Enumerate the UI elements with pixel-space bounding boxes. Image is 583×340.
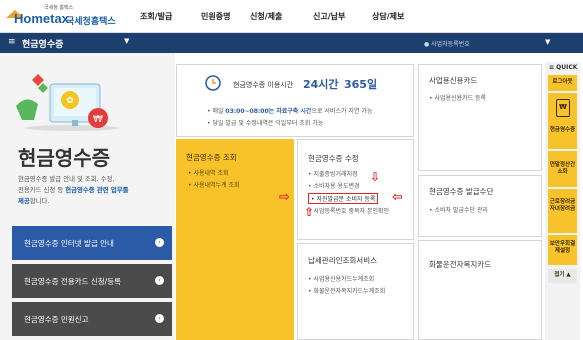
quick-logout[interactable]: 로그아웃	[548, 75, 577, 91]
hometax-logo[interactable]: 국세청 홈택스 Hometax 국세청홈택스	[6, 4, 118, 30]
service-hours-value: 24시간	[303, 78, 339, 91]
quick-earned-income-credit[interactable]: 근로장려금자녀장려금	[548, 189, 577, 233]
gnb-inquiry-issue[interactable]: 조회/발급	[140, 11, 172, 22]
business-card-register-link[interactable]: • 사업용신용카드 등록	[429, 93, 486, 102]
self-issued-consumer-register-link[interactable]: • 자진발급분 소비자 등록	[308, 193, 379, 204]
red-arrow-up-icon: ⇧	[304, 205, 315, 219]
cash-receipt-illustration-icon: ✿ ₩	[16, 74, 118, 131]
logo-korean-text: 국세청홈택스	[66, 17, 116, 27]
freight-card-box: 화물운전자복지카드	[418, 240, 542, 340]
tax-manager-box: 납세관리인조회서비스 • 사업용신용카드누계조회 • 화물운전자복지카드누계조회	[297, 243, 414, 340]
business-card-box: 사업용신용카드 • 사업용신용카드 등록	[418, 64, 542, 171]
service-note-2: • 당일 발급 및 수정내역은 익일부터 조회 가능	[207, 120, 324, 127]
modify-title: 현금영수증 수정	[308, 154, 359, 163]
freight-card-total-link[interactable]: • 화물운전자복지카드누계조회	[308, 286, 385, 295]
navbar-right-dropdown-icon[interactable]: ▼	[545, 38, 550, 46]
quick-menu: ≡ QUICK 로그아웃 ₩ 현금영수증 연말정산간소화 근로장려금자녀장려금 …	[545, 62, 580, 340]
logo-home-text: Hometax	[14, 11, 69, 26]
usage-total-inquiry-link[interactable]: • 사용내역누계 조회	[188, 180, 240, 189]
navbar-dropdown-icon[interactable]: ▼	[124, 37, 129, 45]
page-description: 현금영수증 발급 안내 및 조회, 수정, 전용카드 신청 등 현금영수증 관련…	[18, 175, 129, 205]
dedicated-card-button[interactable]: 현금영수증 전용카드 신청/등록 ›	[12, 264, 172, 298]
red-arrow-down-icon: ⇩	[370, 170, 381, 184]
navbar-right-link[interactable]: ● 사업자등록번호	[424, 39, 470, 48]
gnb-report-pay[interactable]: 신고/납부	[313, 11, 345, 22]
red-arrow-left-icon: ⇦	[392, 190, 403, 205]
receipt-icon: ₩	[556, 99, 570, 117]
red-arrow-right-icon: ⇨	[279, 190, 290, 205]
complaint-report-button[interactable]: 현금영수증 민원신고 ›	[12, 302, 172, 336]
gnb-counsel[interactable]: 상담/제보	[372, 11, 404, 22]
freight-card-title: 화물운전자복지카드	[429, 260, 492, 269]
consumer-usage-change-link[interactable]: • 소비자용 용도변경	[308, 181, 360, 190]
quick-security-settings[interactable]: 보안우회결제설정	[548, 235, 577, 265]
arrow-right-icon: ›	[155, 238, 164, 247]
menu-icon[interactable]: ≡	[8, 37, 16, 47]
quick-cash-receipt[interactable]: ₩ 현금영수증	[548, 93, 577, 149]
internet-issue-guide-button[interactable]: 현금영수증 인터넷 발급 안내 ›	[12, 226, 172, 260]
svg-text:₩: ₩	[93, 114, 103, 125]
usage-inquiry-link[interactable]: • 사용내역 조회	[188, 168, 228, 177]
business-card-total-link[interactable]: • 사업용신용카드누계조회	[308, 274, 374, 283]
service-days-value: 365일	[344, 78, 378, 91]
expense-proof-link[interactable]: • 지출증빙거래지정	[308, 169, 358, 178]
duplicate-id-verify-link[interactable]: • 사업등록번호 중복자 본인확인	[308, 206, 389, 215]
quick-label: ≡ QUICK	[549, 64, 578, 71]
inquiry-title: 현금영수증 조회	[186, 153, 237, 162]
clock-icon	[205, 75, 221, 91]
gnb-apply-submit[interactable]: 신청/제출	[250, 11, 282, 22]
arrow-right-icon: ›	[155, 314, 164, 323]
inquiry-box: 현금영수증 조회 • 사용내역 조회 • 사용내역누계 조회	[176, 139, 294, 340]
navbar: ≡ 현금영수증 ▼ ● 사업자등록번호 ▼	[0, 33, 583, 53]
arrow-right-icon: ›	[155, 276, 164, 285]
tax-manager-title: 납세관리인조회서비스	[308, 256, 377, 265]
service-hours-box: 현금영수증 이용시간 24시간 365일 • 매일 03:00~08:00는 자…	[176, 64, 414, 137]
svg-text:✿: ✿	[66, 96, 74, 106]
navbar-title[interactable]: 현금영수증	[22, 37, 63, 50]
quick-year-end-settlement[interactable]: 연말정산간소화	[548, 151, 577, 187]
service-note-1: • 매일 03:00~08:00는 자료구축 시간으로 서비스가 지연 가능	[207, 108, 373, 115]
gnb-certificates[interactable]: 민원증명	[201, 11, 230, 22]
consumer-means-manage-link[interactable]: • 소비자 발급수단 관리	[429, 205, 488, 214]
page-title: 현금영수증	[18, 148, 110, 170]
quick-collapse-button[interactable]: 접기 ▲	[548, 269, 577, 283]
issue-means-box: 현금영수증 발급수단 • 소비자 발급수단 관리	[418, 175, 542, 237]
business-card-title: 사업용신용카드	[429, 76, 478, 85]
service-hours-label: 현금영수증 이용시간	[233, 81, 294, 89]
header: 국세청 홈택스 Hometax 국세청홈택스 조회/발급 민원증명 신청/제출 …	[0, 0, 583, 33]
issue-means-title: 현금영수증 발급수단	[429, 187, 494, 196]
logo-subtitle: 국세청 홈택스	[44, 5, 74, 11]
